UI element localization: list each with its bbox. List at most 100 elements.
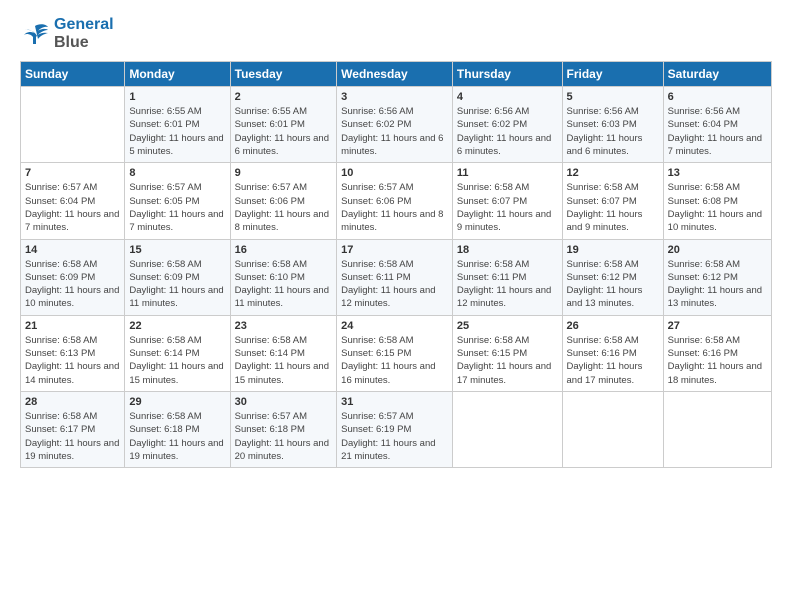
day-number: 7 (25, 167, 120, 179)
day-info: Sunrise: 6:58 AM Sunset: 6:16 PM Dayligh… (567, 334, 659, 387)
calendar-cell: 28 Sunrise: 6:58 AM Sunset: 6:17 PM Dayli… (21, 391, 125, 467)
day-number: 19 (567, 244, 659, 256)
calendar-cell: 8Sunrise: 6:57 AM Sunset: 6:05 PM Daylig… (125, 163, 230, 239)
day-number: 24 (341, 320, 448, 332)
week-row-3: 14 Sunrise: 6:58 AM Sunset: 6:09 PM Dayli… (21, 239, 772, 315)
column-header-friday: Friday (562, 62, 663, 87)
calendar-cell: 22 Sunrise: 6:58 AM Sunset: 6:14 PM Dayli… (125, 315, 230, 391)
calendar-cell: 13 Sunrise: 6:58 AM Sunset: 6:08 PM Dayli… (663, 163, 771, 239)
day-info: Sunrise: 6:56 AM Sunset: 6:02 PM Dayligh… (457, 105, 558, 158)
day-number: 12 (567, 167, 659, 179)
calendar-cell: 30 Sunrise: 6:57 AM Sunset: 6:18 PM Dayli… (230, 391, 337, 467)
day-number: 27 (668, 320, 767, 332)
day-number: 3 (341, 91, 448, 103)
day-info: Sunrise: 6:58 AM Sunset: 6:13 PM Dayligh… (25, 334, 120, 387)
calendar-cell: 7Sunrise: 6:57 AM Sunset: 6:04 PM Daylig… (21, 163, 125, 239)
day-number: 11 (457, 167, 558, 179)
day-number: 1 (129, 91, 225, 103)
day-info: Sunrise: 6:57 AM Sunset: 6:18 PM Dayligh… (235, 410, 333, 463)
week-row-2: 7Sunrise: 6:57 AM Sunset: 6:04 PM Daylig… (21, 163, 772, 239)
calendar-cell: 3 Sunrise: 6:56 AM Sunset: 6:02 PM Daylig… (337, 87, 453, 163)
day-info: Sunrise: 6:58 AM Sunset: 6:07 PM Dayligh… (567, 181, 659, 234)
day-info: Sunrise: 6:58 AM Sunset: 6:14 PM Dayligh… (235, 334, 333, 387)
calendar-cell: 15 Sunrise: 6:58 AM Sunset: 6:09 PM Dayli… (125, 239, 230, 315)
calendar-cell: 1 Sunrise: 6:55 AM Sunset: 6:01 PM Daylig… (125, 87, 230, 163)
logo-icon (20, 22, 50, 46)
day-info: Sunrise: 6:58 AM Sunset: 6:12 PM Dayligh… (567, 258, 659, 311)
page: GeneralBlue SundayMondayTuesdayWednesday… (0, 0, 792, 612)
day-number: 21 (25, 320, 120, 332)
week-row-1: 1 Sunrise: 6:55 AM Sunset: 6:01 PM Daylig… (21, 87, 772, 163)
calendar-cell: 14 Sunrise: 6:58 AM Sunset: 6:09 PM Dayli… (21, 239, 125, 315)
day-number: 13 (668, 167, 767, 179)
day-info: Sunrise: 6:57 AM Sunset: 6:19 PM Dayligh… (341, 410, 448, 463)
day-info: Sunrise: 6:58 AM Sunset: 6:11 PM Dayligh… (341, 258, 448, 311)
calendar-cell: 16 Sunrise: 6:58 AM Sunset: 6:10 PM Dayli… (230, 239, 337, 315)
day-info: Sunrise: 6:58 AM Sunset: 6:07 PM Dayligh… (457, 181, 558, 234)
calendar-cell (452, 391, 562, 467)
column-header-saturday: Saturday (663, 62, 771, 87)
day-info: Sunrise: 6:58 AM Sunset: 6:08 PM Dayligh… (668, 181, 767, 234)
calendar-cell: 5Sunrise: 6:56 AM Sunset: 6:03 PM Daylig… (562, 87, 663, 163)
calendar-cell: 18 Sunrise: 6:58 AM Sunset: 6:11 PM Dayli… (452, 239, 562, 315)
logo: GeneralBlue (20, 16, 114, 51)
calendar-cell: 10 Sunrise: 6:57 AM Sunset: 6:06 PM Dayli… (337, 163, 453, 239)
calendar-cell: 11 Sunrise: 6:58 AM Sunset: 6:07 PM Dayli… (452, 163, 562, 239)
calendar-cell: 26 Sunrise: 6:58 AM Sunset: 6:16 PM Dayli… (562, 315, 663, 391)
day-number: 8 (129, 167, 225, 179)
calendar-cell (21, 87, 125, 163)
day-number: 2 (235, 91, 333, 103)
day-number: 29 (129, 396, 225, 408)
day-info: Sunrise: 6:58 AM Sunset: 6:14 PM Dayligh… (129, 334, 225, 387)
column-header-sunday: Sunday (21, 62, 125, 87)
column-header-wednesday: Wednesday (337, 62, 453, 87)
day-info: Sunrise: 6:58 AM Sunset: 6:10 PM Dayligh… (235, 258, 333, 311)
day-number: 26 (567, 320, 659, 332)
calendar-cell: 29 Sunrise: 6:58 AM Sunset: 6:18 PM Dayli… (125, 391, 230, 467)
day-number: 6 (668, 91, 767, 103)
day-number: 30 (235, 396, 333, 408)
calendar-cell: 27 Sunrise: 6:58 AM Sunset: 6:16 PM Dayli… (663, 315, 771, 391)
calendar-cell: 31 Sunrise: 6:57 AM Sunset: 6:19 PM Dayli… (337, 391, 453, 467)
day-info: Sunrise: 6:58 AM Sunset: 6:17 PM Dayligh… (25, 410, 120, 463)
calendar-cell: 19 Sunrise: 6:58 AM Sunset: 6:12 PM Dayli… (562, 239, 663, 315)
day-number: 18 (457, 244, 558, 256)
day-info: Sunrise: 6:58 AM Sunset: 6:09 PM Dayligh… (25, 258, 120, 311)
column-header-monday: Monday (125, 62, 230, 87)
calendar-cell: 21 Sunrise: 6:58 AM Sunset: 6:13 PM Dayli… (21, 315, 125, 391)
calendar-cell: 4Sunrise: 6:56 AM Sunset: 6:02 PM Daylig… (452, 87, 562, 163)
day-info: Sunrise: 6:57 AM Sunset: 6:06 PM Dayligh… (235, 181, 333, 234)
day-info: Sunrise: 6:58 AM Sunset: 6:11 PM Dayligh… (457, 258, 558, 311)
day-info: Sunrise: 6:58 AM Sunset: 6:15 PM Dayligh… (457, 334, 558, 387)
column-headers: SundayMondayTuesdayWednesdayThursdayFrid… (21, 62, 772, 87)
day-number: 14 (25, 244, 120, 256)
day-info: Sunrise: 6:55 AM Sunset: 6:01 PM Dayligh… (129, 105, 225, 158)
calendar-cell: 2 Sunrise: 6:55 AM Sunset: 6:01 PM Daylig… (230, 87, 337, 163)
day-number: 22 (129, 320, 225, 332)
day-number: 10 (341, 167, 448, 179)
day-number: 5 (567, 91, 659, 103)
day-info: Sunrise: 6:58 AM Sunset: 6:18 PM Dayligh… (129, 410, 225, 463)
week-row-4: 21 Sunrise: 6:58 AM Sunset: 6:13 PM Dayli… (21, 315, 772, 391)
day-info: Sunrise: 6:58 AM Sunset: 6:09 PM Dayligh… (129, 258, 225, 311)
calendar-cell (562, 391, 663, 467)
calendar-cell (663, 391, 771, 467)
week-row-5: 28 Sunrise: 6:58 AM Sunset: 6:17 PM Dayli… (21, 391, 772, 467)
day-number: 16 (235, 244, 333, 256)
day-info: Sunrise: 6:56 AM Sunset: 6:04 PM Dayligh… (668, 105, 767, 158)
logo-text: GeneralBlue (54, 16, 114, 51)
day-info: Sunrise: 6:57 AM Sunset: 6:06 PM Dayligh… (341, 181, 448, 234)
day-info: Sunrise: 6:56 AM Sunset: 6:02 PM Dayligh… (341, 105, 448, 158)
day-info: Sunrise: 6:58 AM Sunset: 6:16 PM Dayligh… (668, 334, 767, 387)
day-number: 31 (341, 396, 448, 408)
calendar-cell: 25 Sunrise: 6:58 AM Sunset: 6:15 PM Dayli… (452, 315, 562, 391)
day-number: 28 (25, 396, 120, 408)
calendar-table: SundayMondayTuesdayWednesdayThursdayFrid… (20, 61, 772, 468)
day-info: Sunrise: 6:58 AM Sunset: 6:12 PM Dayligh… (668, 258, 767, 311)
day-number: 15 (129, 244, 225, 256)
calendar-cell: 12 Sunrise: 6:58 AM Sunset: 6:07 PM Dayli… (562, 163, 663, 239)
column-header-thursday: Thursday (452, 62, 562, 87)
day-info: Sunrise: 6:55 AM Sunset: 6:01 PM Dayligh… (235, 105, 333, 158)
day-number: 25 (457, 320, 558, 332)
calendar-cell: 20Sunrise: 6:58 AM Sunset: 6:12 PM Dayli… (663, 239, 771, 315)
